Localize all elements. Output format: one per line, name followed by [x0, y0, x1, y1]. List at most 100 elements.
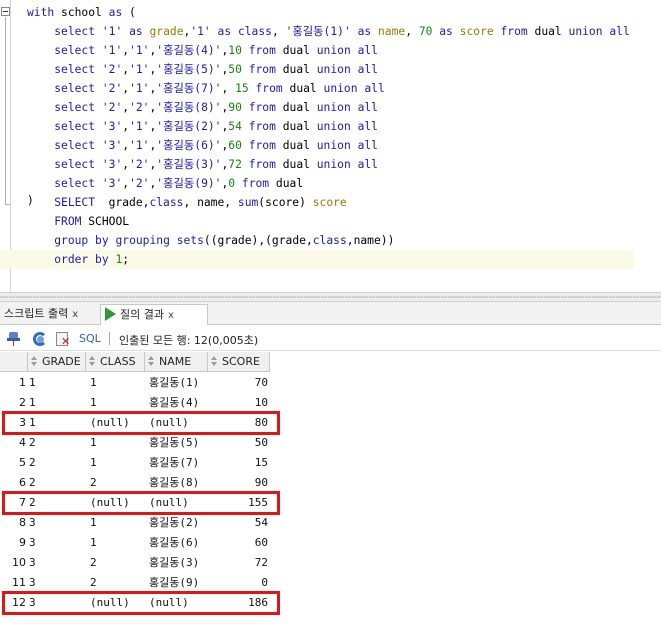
cell-class[interactable]: 2	[90, 573, 97, 593]
cell-score[interactable]: 70	[208, 373, 268, 393]
cell-score[interactable]: 90	[208, 473, 268, 493]
code-line[interactable]: group by grouping sets((grade),(grade,cl…	[27, 231, 634, 250]
cell-score[interactable]: 186	[208, 593, 268, 613]
row-number[interactable]: 2	[0, 393, 26, 413]
cell-name[interactable]: (null)	[149, 413, 189, 433]
splitter-grip[interactable]	[0, 296, 661, 298]
cell-grade[interactable]: 2	[29, 433, 36, 453]
cell-score[interactable]: 50	[208, 433, 268, 453]
cell-class[interactable]: 1	[90, 513, 97, 533]
code-line[interactable]: select '1' as grade, '1' as class, '홍길동(1…	[27, 22, 634, 41]
cell-name[interactable]: 홍길동(1)	[149, 373, 199, 393]
cell-class[interactable]: 1	[90, 453, 97, 473]
code-line[interactable]: select '3','1','홍길동(2)',54 from dual uni…	[27, 117, 634, 136]
cell-class[interactable]: 1	[90, 433, 97, 453]
cell-grade[interactable]: 2	[29, 473, 36, 493]
code-line[interactable]: with school as (	[27, 3, 634, 22]
panel-splitter[interactable]	[0, 292, 661, 302]
table-row[interactable]: 9 3 1 홍길동(6) 60	[0, 533, 661, 553]
cell-grade[interactable]: 2	[29, 493, 36, 513]
row-number[interactable]: 7	[0, 493, 26, 513]
cell-class[interactable]: (null)	[90, 493, 130, 513]
result-grid[interactable]: GRADE CLASS NAME SCORE 1 1 1 홍길동(1) 70 2 1 1 홍길동…	[0, 352, 661, 625]
code-line[interactable]: select '3','2','홍길동(9)',0 from dual	[27, 174, 634, 193]
cell-grade[interactable]: 1	[29, 393, 36, 413]
cell-name[interactable]: (null)	[149, 593, 189, 613]
cell-name[interactable]: 홍길동(2)	[149, 513, 199, 533]
cell-class[interactable]: 1	[90, 373, 97, 393]
fold-toggle-icon[interactable]	[1, 7, 10, 16]
row-number[interactable]: 6	[0, 473, 26, 493]
cell-name[interactable]: 홍길동(3)	[149, 553, 199, 573]
code-line[interactable]: order by 1;	[0, 250, 634, 269]
cell-score[interactable]: 54	[208, 513, 268, 533]
cell-grade[interactable]: 3	[29, 513, 36, 533]
cell-score[interactable]: 0	[208, 573, 268, 593]
table-row[interactable]: 4 2 1 홍길동(5) 50	[0, 433, 661, 453]
row-number[interactable]: 9	[0, 533, 26, 553]
pin-icon[interactable]	[6, 331, 22, 347]
cell-class[interactable]: (null)	[90, 593, 130, 613]
cell-score[interactable]: 155	[208, 493, 268, 513]
cell-name[interactable]: 홍길동(7)	[149, 453, 199, 473]
code-line[interactable]: FROM SCHOOL	[27, 212, 634, 231]
cell-name[interactable]: 홍길동(8)	[149, 473, 199, 493]
cell-grade[interactable]: 2	[29, 453, 36, 473]
code-line[interactable]: select '3','2','홍길동(3)',72 from dual uni…	[27, 155, 634, 174]
column-header-score[interactable]: SCORE	[208, 352, 270, 372]
cell-class[interactable]: (null)	[90, 413, 130, 433]
cell-score[interactable]: 80	[208, 413, 268, 433]
table-row[interactable]: 12 3 (null) (null) 186	[0, 593, 661, 613]
table-row[interactable]: 6 2 2 홍길동(8) 90	[0, 473, 661, 493]
code-line[interactable]: select '2','2','홍길동(8)',90 from dual uni…	[27, 98, 634, 117]
code-line[interactable]: select '2','1','홍길동(5)',50 from dual uni…	[27, 60, 634, 79]
cell-class[interactable]: 1	[90, 393, 97, 413]
code-line[interactable]: select '2','1','홍길동(7)', 15 from dual un…	[27, 79, 634, 98]
tab-close-icon[interactable]: x	[72, 309, 78, 320]
cell-score[interactable]: 15	[208, 453, 268, 473]
cell-grade[interactable]: 3	[29, 573, 36, 593]
tab-close-icon[interactable]: x	[168, 310, 174, 321]
cell-grade[interactable]: 3	[29, 553, 36, 573]
table-row[interactable]: 3 1 (null) (null) 80	[0, 413, 661, 433]
code-line[interactable]: SELECT grade,class, name, sum(score) sco…	[27, 193, 634, 212]
cell-grade[interactable]: 3	[29, 593, 36, 613]
table-row[interactable]: 11 3 2 홍길동(9) 0	[0, 573, 661, 593]
row-number[interactable]: 5	[0, 453, 26, 473]
table-row[interactable]: 8 3 1 홍길동(2) 54	[0, 513, 661, 533]
code-area[interactable]: with school as ( select '1' as grade, '1'…	[0, 3, 634, 269]
tab-query-result[interactable]: 질의 결과 x	[100, 304, 208, 325]
table-row[interactable]: 10 3 2 홍길동(3) 72	[0, 553, 661, 573]
sort-icon[interactable]	[89, 356, 96, 367]
cell-class[interactable]: 1	[90, 533, 97, 553]
row-number[interactable]: 4	[0, 433, 26, 453]
table-row[interactable]: 5 2 1 홍길동(7) 15	[0, 453, 661, 473]
table-row[interactable]: 2 1 1 홍길동(4) 10	[0, 393, 661, 413]
sql-editor[interactable]: with school as ( select '1' as grade, '1'…	[0, 0, 661, 292]
column-header-grade[interactable]: GRADE	[28, 352, 86, 372]
cell-name[interactable]: (null)	[149, 493, 189, 513]
table-row[interactable]: 1 1 1 홍길동(1) 70	[0, 373, 661, 393]
refresh-icon[interactable]	[32, 331, 48, 347]
cell-class[interactable]: 2	[90, 553, 97, 573]
sort-icon[interactable]	[211, 356, 218, 367]
sort-icon[interactable]	[148, 356, 155, 367]
cell-score[interactable]: 72	[208, 553, 268, 573]
tab-script-output[interactable]: 스크립트 출력 x	[0, 304, 100, 325]
cell-name[interactable]: 홍길동(9)	[149, 573, 199, 593]
row-number[interactable]: 8	[0, 513, 26, 533]
row-number[interactable]: 3	[0, 413, 26, 433]
sort-icon[interactable]	[31, 356, 38, 367]
code-line[interactable]: select '1','1','홍길동(4)',10 from dual uni…	[27, 41, 634, 60]
table-row[interactable]: 7 2 (null) (null) 155	[0, 493, 661, 513]
cancel-query-icon[interactable]: ✕	[55, 331, 71, 347]
code-line[interactable]: select '3','1','홍길동(6)',60 from dual uni…	[27, 136, 634, 155]
cell-score[interactable]: 10	[208, 393, 268, 413]
row-number[interactable]: 10	[0, 553, 26, 573]
row-number[interactable]: 11	[0, 573, 26, 593]
row-number[interactable]: 12	[0, 593, 26, 613]
cell-name[interactable]: 홍길동(5)	[149, 433, 199, 453]
cell-name[interactable]: 홍길동(6)	[149, 533, 199, 553]
column-header-name[interactable]: NAME	[145, 352, 208, 372]
row-number[interactable]: 1	[0, 373, 26, 393]
